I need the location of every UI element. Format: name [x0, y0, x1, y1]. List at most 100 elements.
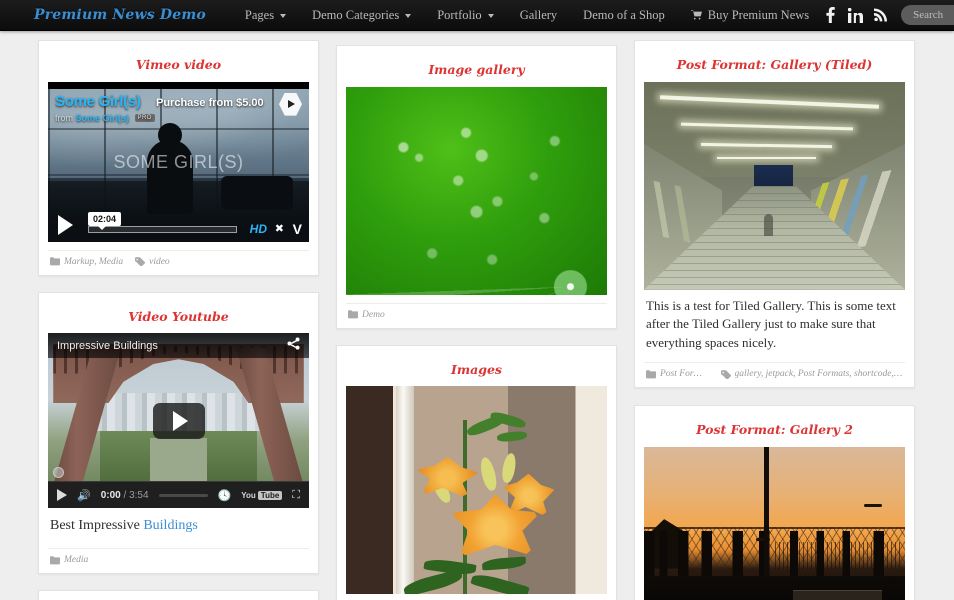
- youtube-logo-you: You: [241, 490, 256, 500]
- youtube-time-separator: /: [120, 489, 130, 501]
- vimeo-time-tooltip: 02:04: [88, 211, 122, 230]
- flower-drainpipe: [395, 386, 414, 595]
- card-category[interactable]: Post Formats: [660, 369, 709, 379]
- card-meta: Markup, Media video: [48, 249, 309, 275]
- nav-item-pages[interactable]: Pages: [232, 0, 299, 31]
- column-right: Post Format: Gallery (Tiled) This is a t…: [634, 40, 915, 600]
- card-image-gallery[interactable]: Image gallery Demo: [336, 45, 617, 329]
- tunnel-graffiti-left: [651, 180, 705, 246]
- flower-green-shoot: [496, 430, 528, 443]
- card-caption: Best Impressive Buildings: [48, 508, 309, 540]
- linkedin-icon[interactable]: [847, 5, 863, 25]
- chevron-down-icon: [280, 14, 287, 18]
- vimeo-controls-bar: 02:04 HD ✖ V: [48, 211, 309, 242]
- card-vimeo-video[interactable]: Vimeo video Some Girl(s) from Some Girl(…: [38, 40, 319, 276]
- card-title: Post Format: Gallery (Tiled): [676, 57, 873, 72]
- sunset-skyline-silhouette: [644, 530, 905, 580]
- search-input[interactable]: [901, 5, 954, 25]
- caption-text: Best Impressive: [50, 518, 144, 534]
- card-body-text: This is a test for Tiled Gallery. This i…: [646, 297, 896, 350]
- card-video-youtube[interactable]: Video Youtube Impressive Buildings 🔊 0:0…: [38, 291, 319, 575]
- nav-item-label: Portfolio: [437, 7, 482, 22]
- sunset-street-lamp: [863, 503, 882, 507]
- youtube-controls-bar: 🔊 0:00 / 3:54 🕓 You Tube ⛶: [48, 481, 309, 509]
- card-edge-case-nested-mixed-lists[interactable]: Edge Case: Nested And Mixed Lists: [38, 590, 319, 600]
- tag-icon: [135, 257, 146, 267]
- navbar-right-group: [822, 5, 954, 25]
- nav-item-buy-premium-news[interactable]: Buy Premium News: [678, 0, 822, 31]
- tunnel-shadow-figure: [764, 213, 774, 236]
- clock-icon[interactable]: 🕓: [218, 489, 232, 502]
- youtube-big-play-button[interactable]: [152, 402, 205, 439]
- tag-icon: [720, 370, 731, 379]
- folder-icon: [348, 310, 358, 319]
- play-icon[interactable]: [58, 214, 73, 235]
- nav-item-label: Gallery: [519, 7, 558, 22]
- masonry-grid: Vimeo video Some Girl(s) from Some Girl(…: [0, 31, 954, 600]
- youtube-logo-icon[interactable]: You Tube: [241, 490, 283, 500]
- youtube-duration: 3:54: [129, 489, 149, 501]
- card-title: Video Youtube: [128, 308, 229, 324]
- youtube-current-time: 0:00: [100, 489, 121, 501]
- chevron-down-icon: [487, 14, 494, 18]
- column-left: Vimeo video Some Girl(s) from Some Girl(…: [38, 40, 319, 600]
- site-brand-logo[interactable]: Premium News Demo: [34, 7, 206, 23]
- vimeo-top-bar: [48, 81, 309, 89]
- vimeo-progress-bar[interactable]: [88, 225, 237, 233]
- youtube-title-overlay: Impressive Buildings: [48, 333, 309, 359]
- sunset-photo[interactable]: [644, 446, 905, 600]
- flower-bud: [477, 455, 499, 493]
- tunnel-photo[interactable]: [644, 81, 905, 290]
- card-category[interactable]: Demo: [362, 310, 385, 320]
- nav-item-gallery[interactable]: Gallery: [507, 0, 570, 31]
- sunset-parked-van: [792, 589, 882, 600]
- card-title: Image gallery: [428, 62, 525, 77]
- main-navigation: Pages Demo Categories Portfolio Gallery …: [232, 0, 822, 31]
- card-post-format-gallery-2[interactable]: Post Format: Gallery 2: [634, 405, 915, 600]
- card-images[interactable]: Images: [336, 344, 617, 600]
- leaf-photo[interactable]: [346, 86, 607, 295]
- vimeo-purchase-label[interactable]: Purchase from $5.00: [156, 97, 264, 109]
- volume-icon[interactable]: 🔊: [77, 489, 91, 502]
- vimeo-logo-icon[interactable]: V: [293, 221, 302, 237]
- card-title: Vimeo video: [135, 57, 222, 72]
- vimeo-video-title[interactable]: Some Girl(s): [55, 93, 141, 110]
- folder-icon: [646, 370, 656, 379]
- fullscreen-icon[interactable]: ⛶: [292, 488, 300, 502]
- card-category[interactable]: Markup, Media: [64, 257, 123, 267]
- vimeo-author-line: from Some Girl(s) PRO: [55, 113, 155, 123]
- nav-item-demo-of-a-shop[interactable]: Demo of a Shop: [570, 0, 678, 31]
- folder-icon: [50, 555, 60, 565]
- nav-item-label: Pages: [244, 7, 275, 22]
- column-middle: Image gallery Demo Images: [336, 40, 617, 600]
- youtube-player[interactable]: Impressive Buildings 🔊 0:00 / 3:54 🕓 You…: [48, 333, 309, 509]
- play-icon[interactable]: [57, 489, 67, 502]
- nav-item-label: Buy Premium News: [707, 7, 810, 22]
- card-tags[interactable]: gallery, jetpack, Post Formats, shortcod…: [735, 369, 903, 379]
- card-category[interactable]: Media: [64, 555, 88, 565]
- vimeo-hd-toggle[interactable]: HD: [250, 222, 267, 236]
- facebook-icon[interactable]: [822, 5, 838, 25]
- vimeo-watermark-text: SOME GIRL(S): [113, 152, 244, 173]
- nav-item-label: Demo Categories: [312, 7, 400, 22]
- nav-item-portfolio[interactable]: Portfolio: [424, 0, 506, 31]
- sunset-foreground-pole: [764, 446, 770, 584]
- card-tags[interactable]: video: [149, 257, 170, 267]
- vimeo-player[interactable]: Some Girl(s) from Some Girl(s) PRO Purch…: [48, 81, 309, 242]
- vimeo-author-name[interactable]: Some Girl(s): [76, 113, 130, 123]
- card-post-format-gallery-tiled[interactable]: Post Format: Gallery (Tiled) This is a t…: [634, 40, 915, 389]
- flower-photo[interactable]: [346, 386, 607, 595]
- rss-icon[interactable]: [872, 5, 888, 25]
- share-icon[interactable]: [287, 337, 300, 354]
- card-meta: Post Formats gallery, jetpack, Post Form…: [644, 362, 905, 387]
- tunnel-ceiling-light: [717, 156, 817, 159]
- card-title: Post Format: Gallery 2: [696, 422, 853, 438]
- folder-icon: [50, 257, 60, 266]
- nav-item-demo-categories[interactable]: Demo Categories: [299, 0, 424, 31]
- fullscreen-icon[interactable]: ✖: [275, 222, 284, 235]
- cart-icon: [690, 1, 702, 32]
- caption-link[interactable]: Buildings: [143, 518, 197, 533]
- card-meta: Media: [48, 548, 309, 573]
- youtube-progress-bar[interactable]: [158, 493, 208, 497]
- youtube-video-title[interactable]: Impressive Buildings: [57, 340, 158, 352]
